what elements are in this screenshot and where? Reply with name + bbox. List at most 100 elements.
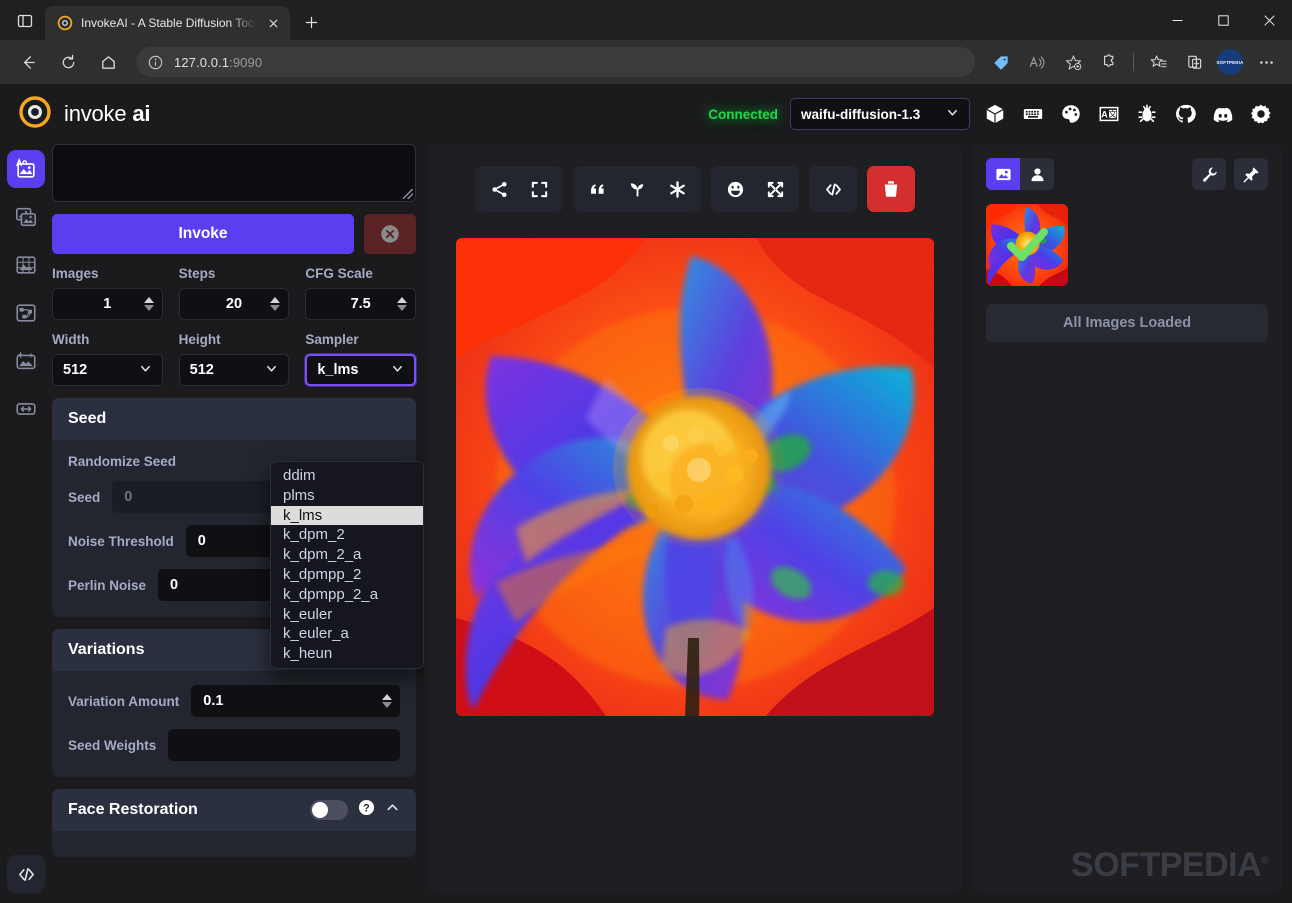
sampler-option[interactable]: k_dpmpp_2 bbox=[271, 565, 423, 585]
seed-weights-input[interactable] bbox=[168, 729, 400, 761]
sampler-value: k_lms bbox=[317, 362, 359, 378]
console-toggle-button[interactable] bbox=[7, 855, 45, 893]
seed-card-title: Seed bbox=[68, 410, 107, 427]
cfg-scale-stepper[interactable] bbox=[396, 297, 407, 311]
home-icon[interactable] bbox=[91, 45, 125, 79]
github-icon[interactable] bbox=[1172, 101, 1198, 127]
gallery-thumbnail[interactable] bbox=[986, 204, 1068, 286]
invoke-button[interactable]: Invoke bbox=[52, 214, 354, 254]
sampler-option[interactable]: k_dpm_2_a bbox=[271, 545, 423, 565]
info-circle-icon bbox=[142, 49, 168, 75]
generated-image[interactable] bbox=[456, 238, 934, 716]
use-seed-button[interactable] bbox=[617, 170, 657, 208]
address-bar[interactable]: 127.0.0.1:9090 bbox=[136, 47, 975, 77]
sampler-option[interactable]: k_euler_a bbox=[271, 624, 423, 644]
steps-input[interactable]: 20 bbox=[178, 288, 290, 320]
settings-gear-icon[interactable] bbox=[1248, 101, 1274, 127]
extensions-icon[interactable] bbox=[1093, 46, 1125, 78]
tab-close-icon[interactable] bbox=[264, 14, 282, 32]
sampler-option[interactable]: k_euler bbox=[271, 605, 423, 625]
sampler-option[interactable]: k_dpm_2 bbox=[271, 525, 423, 545]
steps-stepper[interactable] bbox=[270, 297, 281, 311]
new-tab-button[interactable] bbox=[296, 7, 326, 37]
variation-amount-input[interactable]: 0.1 bbox=[191, 685, 400, 717]
show-metadata-button[interactable] bbox=[813, 170, 853, 208]
sampler-select[interactable]: k_lms bbox=[305, 354, 416, 386]
bug-report-icon[interactable] bbox=[1134, 101, 1160, 127]
sampler-dropdown-menu[interactable]: ddim plms k_lms k_dpm_2 k_dpm_2_a k_dpmp… bbox=[270, 461, 424, 669]
variation-amount-row: Variation Amount 0.1 bbox=[68, 685, 400, 717]
restore-faces-button[interactable] bbox=[715, 170, 755, 208]
invokeai-logo-icon bbox=[57, 15, 73, 31]
width-select[interactable]: 512 bbox=[52, 354, 163, 386]
use-all-parameters-button[interactable] bbox=[657, 170, 697, 208]
help-circle-icon[interactable]: ? bbox=[358, 799, 375, 821]
cancel-button[interactable] bbox=[364, 214, 416, 254]
tab-uploads[interactable] bbox=[1020, 158, 1054, 190]
sidebar-item-post-processing[interactable] bbox=[7, 342, 45, 380]
flower-image bbox=[456, 238, 934, 716]
more-options-icon[interactable] bbox=[1250, 46, 1282, 78]
sampler-option-selected[interactable]: k_lms bbox=[271, 505, 423, 526]
sidebar-item-image-to-image[interactable] bbox=[7, 198, 45, 236]
variation-amount-stepper[interactable] bbox=[382, 694, 392, 708]
sidebar-item-text-to-image[interactable] bbox=[7, 150, 45, 188]
cfg-scale-input[interactable]: 7.5 bbox=[305, 288, 416, 320]
sidebar-item-training[interactable] bbox=[7, 390, 45, 428]
face-restoration-card-controls: ? bbox=[310, 799, 400, 821]
app-header-right: Connected waifu-diffusion-1.3 A 文 bbox=[708, 98, 1274, 130]
upscale-button[interactable] bbox=[755, 170, 795, 208]
tab-generations[interactable] bbox=[986, 158, 1020, 190]
maximize-icon[interactable] bbox=[1200, 0, 1246, 40]
seed-card-header[interactable]: Seed bbox=[52, 398, 416, 440]
sidebar-item-nodes[interactable] bbox=[7, 294, 45, 332]
model-select[interactable]: waifu-diffusion-1.3 bbox=[790, 98, 970, 130]
model-select-value: waifu-diffusion-1.3 bbox=[801, 106, 921, 122]
delete-image-button[interactable] bbox=[867, 166, 915, 212]
keyboard-shortcuts-icon[interactable] bbox=[1020, 101, 1046, 127]
price-tag-icon[interactable] bbox=[985, 46, 1017, 78]
images-stepper[interactable] bbox=[143, 297, 154, 311]
sampler-option[interactable]: ddim bbox=[271, 466, 423, 486]
sidebar-item-unified-canvas[interactable] bbox=[7, 246, 45, 284]
profile-avatar[interactable]: SOFTPEDIA bbox=[1217, 49, 1243, 75]
browser-tab[interactable]: InvokeAI - A Stable Diffusion Too bbox=[45, 6, 290, 40]
back-arrow-icon[interactable] bbox=[11, 45, 45, 79]
image-toolbar bbox=[475, 166, 915, 212]
gallery-tabs bbox=[986, 158, 1054, 190]
discord-icon[interactable] bbox=[1210, 101, 1236, 127]
window-close-icon[interactable] bbox=[1246, 0, 1292, 40]
use-prompt-button[interactable] bbox=[577, 170, 617, 208]
height-select[interactable]: 512 bbox=[178, 354, 290, 386]
app-body: Invoke Images 1 Steps 20 CFG Scale 7.5 W… bbox=[0, 144, 1292, 903]
gallery-status: All Images Loaded bbox=[986, 304, 1268, 342]
add-favorite-icon[interactable] bbox=[1057, 46, 1089, 78]
share-button[interactable] bbox=[479, 170, 519, 208]
images-input[interactable]: 1 bbox=[52, 288, 163, 320]
sampler-option[interactable]: k_dpmpp_2_a bbox=[271, 585, 423, 605]
face-restoration-card-header[interactable]: Face Restoration ? bbox=[52, 789, 416, 831]
variations-card-body: Variation Amount 0.1 Seed Weights bbox=[52, 671, 416, 777]
field-label-images: Images bbox=[52, 266, 99, 281]
sampler-option[interactable]: plms bbox=[271, 486, 423, 506]
prompt-input[interactable] bbox=[52, 144, 416, 202]
field-label-steps: Steps bbox=[178, 266, 216, 281]
toolbar-divider bbox=[1133, 53, 1134, 71]
softpedia-text: SOFTPEDIA bbox=[1071, 846, 1262, 884]
sampler-option[interactable]: k_heun bbox=[271, 644, 423, 664]
face-restoration-toggle[interactable] bbox=[310, 800, 348, 820]
collections-icon[interactable] bbox=[1178, 46, 1210, 78]
favorites-icon[interactable] bbox=[1142, 46, 1174, 78]
minimize-icon[interactable] bbox=[1154, 0, 1200, 40]
field-label-cfg-scale: CFG Scale bbox=[305, 266, 373, 281]
chevron-up-icon[interactable] bbox=[385, 800, 400, 820]
language-icon[interactable]: A文 bbox=[1096, 101, 1122, 127]
refresh-icon[interactable] bbox=[51, 45, 85, 79]
gallery-pin-button[interactable] bbox=[1234, 158, 1268, 190]
gallery-settings-button[interactable] bbox=[1192, 158, 1226, 190]
model-manager-icon[interactable] bbox=[982, 101, 1008, 127]
read-aloud-icon[interactable] bbox=[1021, 46, 1053, 78]
theme-icon[interactable] bbox=[1058, 101, 1084, 127]
fullscreen-button[interactable] bbox=[519, 170, 559, 208]
tab-search-icon[interactable] bbox=[8, 6, 42, 36]
